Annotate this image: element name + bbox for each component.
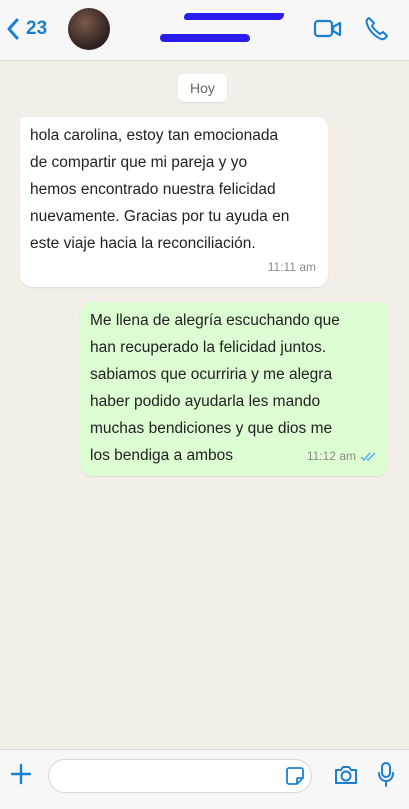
message-input[interactable] [61, 766, 275, 788]
chevron-left-icon [7, 18, 19, 40]
message-timestamp: 11:11 am [267, 260, 316, 274]
video-call-icon[interactable] [313, 17, 343, 41]
camera-icon[interactable] [333, 763, 359, 787]
incoming-message[interactable]: hola carolina, estoy tan emocionada de c… [20, 117, 328, 287]
chat-header: 23 [0, 0, 409, 61]
contact-name [184, 13, 284, 20]
double-check-icon [360, 451, 376, 461]
microphone-icon[interactable] [376, 761, 396, 789]
phone-icon[interactable] [362, 15, 390, 43]
message-timestamp: 11:12 am [306, 449, 356, 463]
outgoing-message[interactable]: Me llena de alegría escuchando que han r… [80, 302, 388, 476]
sticker-icon[interactable] [285, 766, 305, 786]
date-separator: Hoy [178, 74, 227, 102]
contact-status [160, 34, 250, 42]
message-text: hola carolina, estoy tan emocionada de c… [30, 127, 290, 252]
message-time: 11:12 am [307, 443, 378, 470]
unread-count: 23 [26, 18, 48, 39]
message-input-box[interactable] [48, 759, 312, 793]
composer-bar [0, 749, 409, 809]
back-button[interactable]: 23 [6, 14, 47, 44]
message-time: 11:11 am [268, 254, 316, 281]
contact-info[interactable] [64, 4, 284, 52]
plus-icon[interactable] [9, 762, 33, 786]
